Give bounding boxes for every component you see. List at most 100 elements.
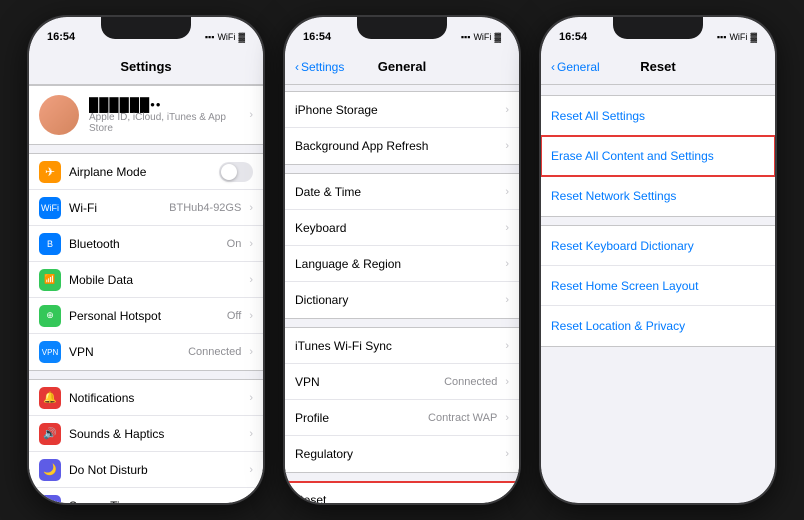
datetime-cell[interactable]: Date & Time › [285, 174, 519, 210]
reset-keyboard-cell[interactable]: Reset Keyboard Dictionary [541, 226, 775, 266]
sounds-cell[interactable]: 🔊 Sounds & Haptics › [29, 416, 263, 452]
back-to-settings[interactable]: ‹ Settings [295, 60, 344, 74]
notifications-icon: 🔔 [39, 387, 61, 409]
reset-options-group: Reset All Settings Erase All Content and… [541, 95, 775, 217]
language-cell[interactable]: Language & Region › [285, 246, 519, 282]
keyboard-chevron: › [505, 222, 509, 234]
dnd-icon: 🌙 [39, 459, 61, 481]
bluetooth-icon: B [39, 233, 61, 255]
itunes-chevron: › [505, 340, 509, 352]
wifi-cell[interactable]: WiFi Wi-Fi BTHub4-92GS › [29, 190, 263, 226]
status-time2: 16:54 [303, 31, 331, 43]
alerts-group: 🔔 Notifications › 🔊 Sounds & Haptics › 🌙… [29, 379, 263, 503]
hotspot-chevron: › [249, 310, 253, 322]
dictionary-chevron: › [505, 294, 509, 306]
reset-group: Reset › [285, 481, 519, 503]
phone3: 16:54 ▪▪▪ WiFi ▓ ‹ General Reset Reset A… [539, 15, 777, 505]
dnd-chevron: › [249, 464, 253, 476]
mobile-data-cell[interactable]: 📶 Mobile Data › [29, 262, 263, 298]
screentime-icon: ⏱ [39, 495, 61, 503]
iphone-storage-cell[interactable]: iPhone Storage › [285, 92, 519, 128]
vpn-label: VPN [69, 345, 180, 359]
reset-location-label: Reset Location & Privacy [551, 319, 765, 333]
signal-icon: ▪▪▪ [205, 32, 215, 42]
side-button-power3 [775, 137, 777, 187]
reset-all-settings-label: Reset All Settings [551, 109, 765, 123]
reset-network-cell[interactable]: Reset Network Settings [541, 176, 775, 216]
regulatory-label: Regulatory [295, 447, 497, 461]
mobile-data-icon: 📶 [39, 269, 61, 291]
keyboard-cell[interactable]: Keyboard › [285, 210, 519, 246]
hotspot-label: Personal Hotspot [69, 309, 219, 323]
screentime-chevron: › [249, 500, 253, 503]
reset-cell[interactable]: Reset › [285, 482, 519, 503]
side-button-power2 [519, 137, 521, 187]
status-icons: ▪▪▪ WiFi ▓ [205, 32, 245, 42]
notifications-label: Notifications [69, 391, 241, 405]
mobile-data-chevron: › [249, 274, 253, 286]
wifi-value: BTHub4-92GS [169, 202, 241, 214]
battery-icon: ▓ [238, 32, 245, 42]
profile-general-cell[interactable]: Profile Contract WAP › [285, 400, 519, 436]
notifications-cell[interactable]: 🔔 Notifications › [29, 380, 263, 416]
reset-keyboard-label: Reset Keyboard Dictionary [551, 239, 765, 253]
battery-icon2: ▓ [494, 32, 501, 42]
phone1: 16:54 ▪▪▪ WiFi ▓ Settings ██████•• Apple… [27, 15, 265, 505]
reset-nav-bar: ‹ General Reset [541, 49, 775, 85]
general-nav-title: General [378, 59, 426, 74]
profile-cell[interactable]: ██████•• Apple ID, iCloud, iTunes & App … [29, 85, 263, 145]
airplane-label: Airplane Mode [69, 165, 211, 179]
itunes-sync-cell[interactable]: iTunes Wi-Fi Sync › [285, 328, 519, 364]
wifi-label: Wi-Fi [69, 201, 161, 215]
status-time: 16:54 [47, 31, 75, 43]
airplane-mode-cell[interactable]: ✈ Airplane Mode [29, 154, 263, 190]
vpn-icon: VPN [39, 341, 61, 363]
reset-all-settings-cell[interactable]: Reset All Settings [541, 96, 775, 136]
reset-network-label: Reset Network Settings [551, 189, 765, 203]
status-icons2: ▪▪▪ WiFi ▓ [461, 32, 501, 42]
dictionary-label: Dictionary [295, 293, 497, 307]
profile-general-value: Contract WAP [428, 412, 497, 424]
reset-location-cell[interactable]: Reset Location & Privacy [541, 306, 775, 346]
notch3 [613, 17, 703, 39]
itunes-label: iTunes Wi-Fi Sync [295, 339, 497, 353]
dnd-cell[interactable]: 🌙 Do Not Disturb › [29, 452, 263, 488]
vpn-chevron: › [249, 346, 253, 358]
vpn-cell[interactable]: VPN VPN Connected › [29, 334, 263, 370]
erase-content-cell[interactable]: Erase All Content and Settings [541, 136, 775, 176]
bg-refresh-chevron: › [505, 140, 509, 152]
storage-group: iPhone Storage › Background App Refresh … [285, 91, 519, 165]
signal-icon2: ▪▪▪ [461, 32, 471, 42]
dnd-label: Do Not Disturb [69, 463, 241, 477]
side-button-power [263, 137, 265, 187]
reset-homescreen-cell[interactable]: Reset Home Screen Layout [541, 266, 775, 306]
reset-content: Reset All Settings Erase All Content and… [541, 85, 775, 503]
back-to-general[interactable]: ‹ General [551, 60, 600, 74]
bluetooth-cell[interactable]: B Bluetooth On › [29, 226, 263, 262]
phone2: 16:54 ▪▪▪ WiFi ▓ ‹ Settings General iPho… [283, 15, 521, 505]
status-time3: 16:54 [559, 31, 587, 43]
airplane-toggle[interactable] [219, 162, 253, 182]
hotspot-cell[interactable]: ⊕ Personal Hotspot Off › [29, 298, 263, 334]
language-chevron: › [505, 258, 509, 270]
datetime-group: Date & Time › Keyboard › Language & Regi… [285, 173, 519, 319]
reset-homescreen-label: Reset Home Screen Layout [551, 279, 765, 293]
regulatory-cell[interactable]: Regulatory › [285, 436, 519, 472]
hotspot-icon: ⊕ [39, 305, 61, 327]
notch [101, 17, 191, 39]
datetime-chevron: › [505, 186, 509, 198]
battery-icon3: ▓ [750, 32, 757, 42]
back-chevron-icon: ‹ [295, 60, 299, 74]
dictionary-cell[interactable]: Dictionary › [285, 282, 519, 318]
language-label: Language & Region [295, 257, 497, 271]
screentime-cell[interactable]: ⏱ Screen Time › [29, 488, 263, 503]
connectivity-group: ✈ Airplane Mode WiFi Wi-Fi BTHub4-92GS ›… [29, 153, 263, 371]
sounds-chevron: › [249, 428, 253, 440]
vpn-general-cell[interactable]: VPN Connected › [285, 364, 519, 400]
screen3: 16:54 ▪▪▪ WiFi ▓ ‹ General Reset Reset A… [541, 17, 775, 503]
status-icons3: ▪▪▪ WiFi ▓ [717, 32, 757, 42]
mobile-data-label: Mobile Data [69, 273, 241, 287]
profile-sub: Apple ID, iCloud, iTunes & App Store [89, 112, 239, 134]
bg-refresh-cell[interactable]: Background App Refresh › [285, 128, 519, 164]
screen2: 16:54 ▪▪▪ WiFi ▓ ‹ Settings General iPho… [285, 17, 519, 503]
